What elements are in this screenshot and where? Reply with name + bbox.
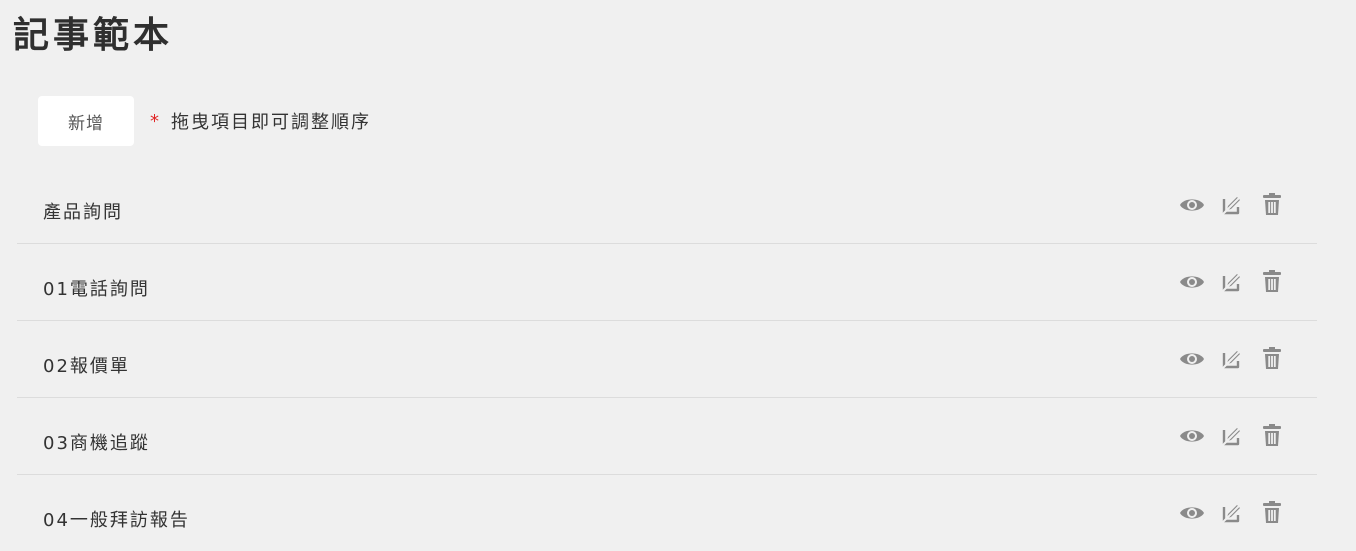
row-actions — [1165, 270, 1285, 294]
edit-icon[interactable] — [1219, 193, 1245, 217]
row-actions — [1165, 193, 1285, 217]
trash-icon[interactable] — [1259, 193, 1285, 217]
toolbar: 新增 * 拖曳項目即可調整順序 — [38, 96, 371, 146]
drag-hint: * 拖曳項目即可調整順序 — [150, 108, 371, 134]
trash-icon[interactable] — [1259, 501, 1285, 525]
template-row[interactable]: 02報價單 — [17, 321, 1317, 398]
trash-icon[interactable] — [1259, 424, 1285, 448]
template-list: 產品詢問 01電話詢問 02報價單 03商機追蹤 04一般拜訪報告 — [17, 167, 1317, 551]
add-button[interactable]: 新增 — [38, 96, 134, 146]
edit-icon[interactable] — [1219, 424, 1245, 448]
template-name: 03商機追蹤 — [43, 433, 150, 454]
template-row[interactable]: 03商機追蹤 — [17, 398, 1317, 475]
page-title: 記事範本 — [13, 15, 174, 56]
eye-icon[interactable] — [1179, 347, 1205, 371]
template-row[interactable]: 01電話詢問 — [17, 244, 1317, 321]
trash-icon[interactable] — [1259, 347, 1285, 371]
row-actions — [1165, 347, 1285, 371]
template-name: 01電話詢問 — [43, 279, 150, 300]
eye-icon[interactable] — [1179, 501, 1205, 525]
eye-icon[interactable] — [1179, 270, 1205, 294]
row-actions — [1165, 424, 1285, 448]
eye-icon[interactable] — [1179, 424, 1205, 448]
row-actions — [1165, 501, 1285, 525]
trash-icon[interactable] — [1259, 270, 1285, 294]
eye-icon[interactable] — [1179, 193, 1205, 217]
required-asterisk: * — [150, 110, 161, 132]
template-name: 產品詢問 — [43, 202, 123, 223]
template-name: 04一般拜訪報告 — [43, 510, 190, 531]
drag-hint-text: 拖曳項目即可調整順序 — [171, 112, 371, 133]
template-row[interactable]: 04一般拜訪報告 — [17, 475, 1317, 551]
edit-icon[interactable] — [1219, 347, 1245, 371]
edit-icon[interactable] — [1219, 501, 1245, 525]
edit-icon[interactable] — [1219, 270, 1245, 294]
template-row[interactable]: 產品詢問 — [17, 167, 1317, 244]
template-name: 02報價單 — [43, 356, 130, 377]
